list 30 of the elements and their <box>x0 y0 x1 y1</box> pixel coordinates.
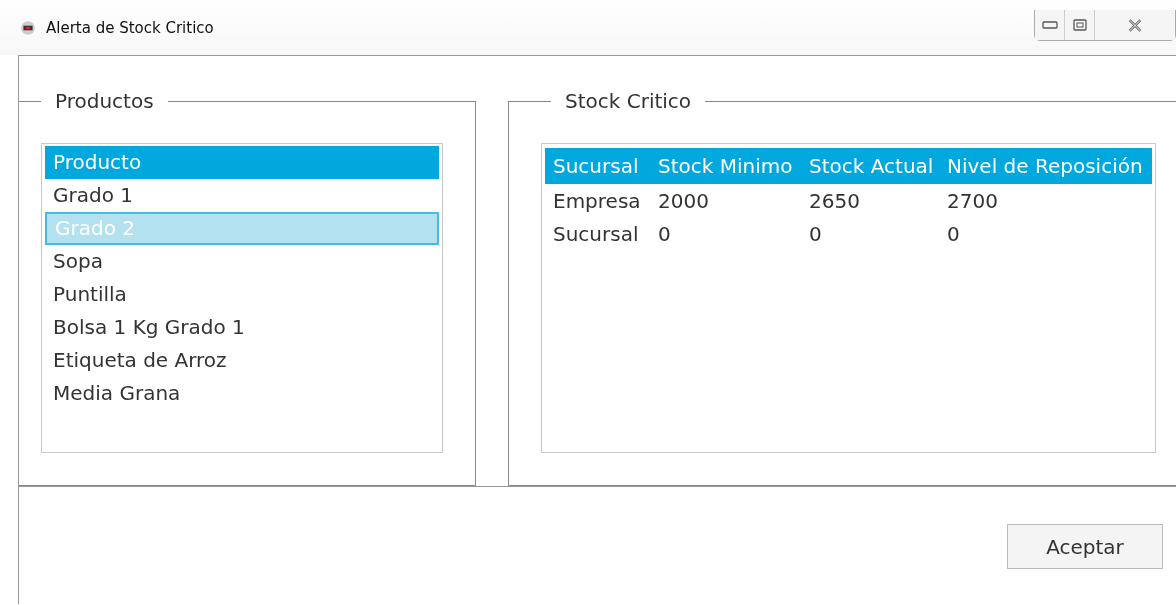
column-header: Nivel de Reposición <box>946 154 1144 178</box>
list-item[interactable]: Puntilla <box>45 278 439 311</box>
minimize-button[interactable] <box>1035 10 1065 40</box>
column-header: Sucursal <box>552 154 640 178</box>
maximize-button[interactable] <box>1065 10 1095 40</box>
table-cell-text: 2650 <box>808 188 861 213</box>
group-title: Stock Critico <box>564 89 693 113</box>
table-cell-text: 0 <box>808 221 823 246</box>
minimize-icon <box>1041 21 1058 29</box>
maximize-icon <box>1072 19 1087 31</box>
table-cell-text: 2000 <box>657 188 710 213</box>
table-cell-text: Sucursal <box>552 221 640 246</box>
accept-button[interactable]: Aceptar <box>1007 524 1163 569</box>
list-item[interactable]: Bolsa 1 Kg Grado 1 <box>45 311 439 344</box>
close-button[interactable] <box>1095 10 1175 40</box>
window-title: Alerta de Stock Critico <box>46 18 214 37</box>
list-item[interactable]: Media Grana <box>45 377 439 410</box>
table-cell-text: 0 <box>657 221 672 246</box>
column-header: Stock Actual <box>808 154 935 178</box>
close-icon <box>1127 18 1143 32</box>
list-item[interactable]: Etiqueta de Arroz <box>45 344 439 377</box>
list-item[interactable]: Grado 1 <box>45 179 439 212</box>
product-list[interactable]: Producto Grado 1 Grado 2 Sopa Puntilla Bolsa 1 Kg Grado 1 Etiqueta de Arroz Media Grana <box>41 143 443 453</box>
list-item[interactable]: Sopa <box>45 245 439 278</box>
group-title: Productos <box>54 89 155 113</box>
column-header: Stock Minimo <box>657 154 794 178</box>
table-cell-text: 0 <box>946 221 961 246</box>
table-cell-text: Empresa <box>552 188 642 213</box>
table-cell-text: 2700 <box>946 188 999 213</box>
app-icon <box>20 19 36 36</box>
